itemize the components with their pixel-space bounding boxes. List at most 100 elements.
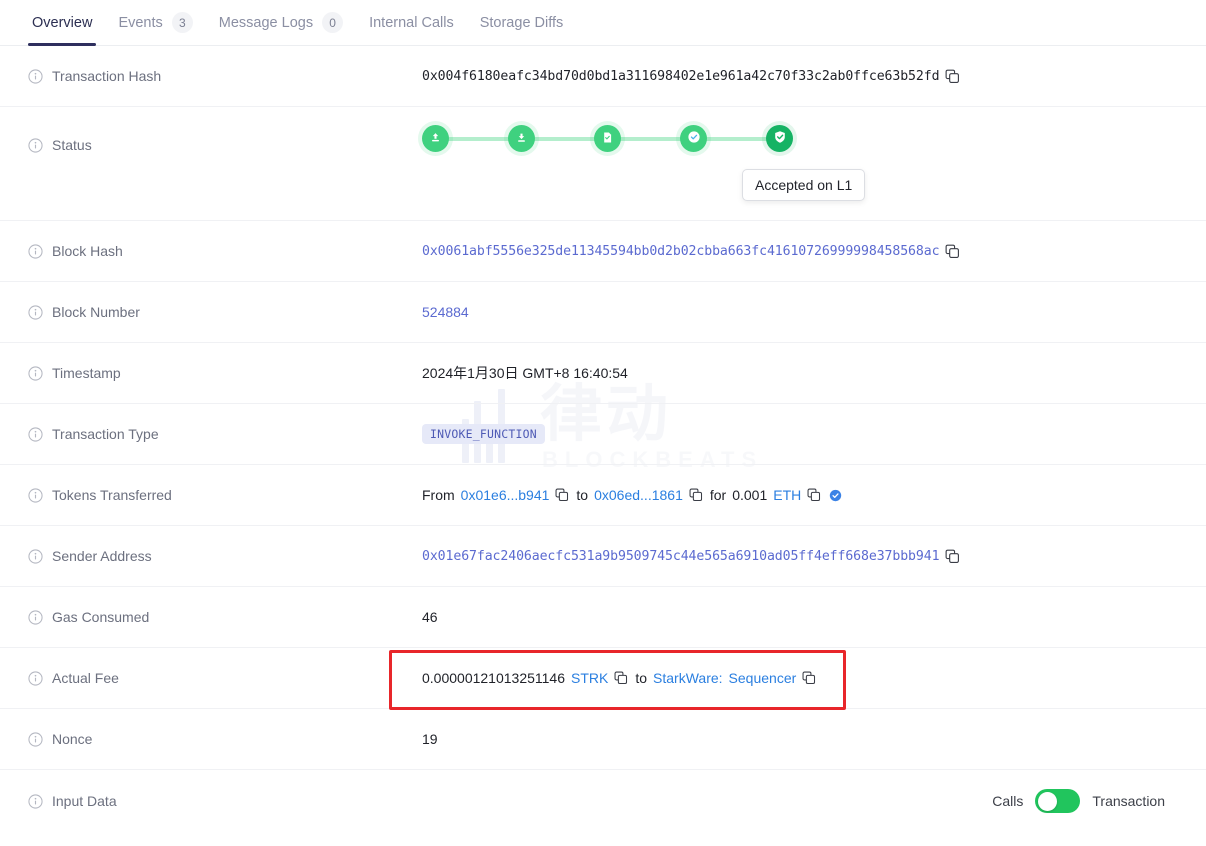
actual-fee-recipient-name[interactable]: Sequencer — [729, 670, 797, 686]
info-icon[interactable] — [28, 427, 43, 442]
row-label-text: Transaction Hash — [52, 68, 161, 84]
row-status-label-group: Status — [28, 107, 422, 153]
shield-check-icon — [772, 129, 788, 148]
timestamp-value: 2024年1月30日 GMT+8 16:40:54 — [422, 363, 628, 383]
row-label-text: Actual Fee — [52, 670, 119, 686]
copy-icon[interactable] — [807, 488, 822, 503]
transfer-token-symbol[interactable]: ETH — [773, 487, 801, 503]
actual-fee-amount: 0.00000121013251146 — [422, 670, 565, 686]
status-step-pending[interactable] — [508, 125, 535, 152]
row-gas-consumed-value-group: 46 — [422, 609, 1206, 625]
nonce-value: 19 — [422, 731, 438, 747]
row-label-text: Input Data — [52, 793, 117, 809]
info-icon[interactable] — [28, 794, 43, 809]
transfer-amount: 0.001 — [732, 487, 767, 503]
transaction-detail-page: 律动 BLOCKBEATS Overview Events 3 Message … — [0, 0, 1206, 846]
row-label-text: Gas Consumed — [52, 609, 149, 625]
row-sender-address-label-group: Sender Address — [28, 548, 422, 564]
transfer-from-address[interactable]: 0x01e6...b941 — [461, 487, 550, 503]
row-label-text: Sender Address — [52, 548, 152, 564]
info-icon[interactable] — [28, 244, 43, 259]
block-number-link[interactable]: 524884 — [422, 304, 469, 320]
overview-rows: Transaction Hash 0x004f6180eafc34bd70d0b… — [0, 46, 1206, 832]
row-label-text: Block Hash — [52, 243, 123, 259]
copy-icon[interactable] — [689, 488, 704, 503]
row-label-text: Block Number — [52, 304, 140, 320]
row-label-text: Nonce — [52, 731, 92, 747]
info-icon[interactable] — [28, 138, 43, 153]
status-connector — [620, 137, 681, 141]
row-block-number-value-group: 524884 — [422, 304, 1206, 320]
status-step-accepted-l1[interactable] — [766, 125, 793, 152]
info-icon[interactable] — [28, 69, 43, 84]
status-stepper: Accepted on L1 — [422, 125, 793, 152]
row-transaction-type: Transaction Type INVOKE_FUNCTION — [0, 404, 1206, 465]
tab-internal-calls[interactable]: Internal Calls — [356, 0, 467, 46]
input-data-view-toggle[interactable] — [1035, 789, 1080, 813]
info-icon[interactable] — [28, 488, 43, 503]
info-icon[interactable] — [28, 610, 43, 625]
transfer-for-word: for — [710, 487, 726, 503]
copy-icon[interactable] — [945, 69, 960, 84]
row-actual-fee: Actual Fee 0.00000121013251146 STRK to S… — [0, 648, 1206, 709]
gas-consumed-value: 46 — [422, 609, 438, 625]
sender-address-link[interactable]: 0x01e67fac2406aecfc531a9b9509745c44e565a… — [422, 549, 939, 564]
transaction-hash-value: 0x004f6180eafc34bd70d0bd1a311698402e1e96… — [422, 69, 939, 84]
status-step-accepted-l2[interactable] — [594, 125, 621, 152]
copy-icon[interactable] — [555, 488, 570, 503]
verified-badge-icon — [829, 489, 842, 502]
tab-storage-diffs[interactable]: Storage Diffs — [467, 0, 577, 46]
row-transaction-hash: Transaction Hash 0x004f6180eafc34bd70d0b… — [0, 46, 1206, 107]
row-status-value-group: Accepted on L1 — [422, 107, 1206, 152]
tab-events-badge: 3 — [172, 12, 193, 33]
row-actual-fee-label-group: Actual Fee — [28, 670, 422, 686]
row-tokens-transferred-label-group: Tokens Transferred — [28, 487, 422, 503]
check-circle-icon — [686, 129, 702, 148]
status-tooltip: Accepted on L1 — [742, 169, 865, 201]
row-nonce: Nonce 19 — [0, 709, 1206, 770]
tab-message-logs-label: Message Logs — [219, 15, 313, 31]
row-transaction-type-label-group: Transaction Type — [28, 426, 422, 442]
tab-bar: Overview Events 3 Message Logs 0 Interna… — [0, 0, 1206, 46]
actual-fee-to-word: to — [635, 670, 647, 686]
block-hash-link[interactable]: 0x0061abf5556e325de11345594bb0d2b02cbba6… — [422, 244, 939, 259]
row-transaction-hash-label-group: Transaction Hash — [28, 68, 422, 84]
row-block-number: Block Number 524884 — [0, 282, 1206, 343]
toggle-knob — [1038, 792, 1057, 811]
status-step-verified[interactable] — [680, 125, 707, 152]
upload-icon — [428, 130, 443, 148]
row-timestamp: Timestamp 2024年1月30日 GMT+8 16:40:54 — [0, 343, 1206, 404]
copy-icon[interactable] — [614, 671, 629, 686]
tab-events[interactable]: Events 3 — [105, 0, 205, 46]
info-icon[interactable] — [28, 366, 43, 381]
transfer-to-address[interactable]: 0x06ed...1861 — [594, 487, 683, 503]
row-sender-address: Sender Address 0x01e67fac2406aecfc531a9b… — [0, 526, 1206, 587]
info-icon[interactable] — [28, 732, 43, 747]
row-transaction-hash-value-group: 0x004f6180eafc34bd70d0bd1a311698402e1e96… — [422, 69, 1206, 84]
info-icon[interactable] — [28, 549, 43, 564]
row-input-data: Input Data Calls Transaction — [0, 770, 1206, 832]
row-timestamp-value-group: 2024年1月30日 GMT+8 16:40:54 — [422, 363, 1206, 383]
row-nonce-label-group: Nonce — [28, 731, 422, 747]
copy-icon[interactable] — [945, 244, 960, 259]
transfer-from-word: From — [422, 487, 455, 503]
row-sender-address-value-group: 0x01e67fac2406aecfc531a9b9509745c44e565a… — [422, 549, 1206, 564]
copy-icon[interactable] — [802, 671, 817, 686]
row-timestamp-label-group: Timestamp — [28, 365, 422, 381]
info-icon[interactable] — [28, 305, 43, 320]
tab-internal-calls-label: Internal Calls — [369, 15, 454, 31]
actual-fee-recipient-prefix[interactable]: StarkWare: — [653, 670, 723, 686]
tab-overview-label: Overview — [32, 15, 92, 31]
tab-overview[interactable]: Overview — [28, 0, 105, 46]
tab-message-logs[interactable]: Message Logs 0 — [206, 0, 356, 46]
transaction-type-badge: INVOKE_FUNCTION — [422, 424, 545, 444]
row-nonce-value-group: 19 — [422, 731, 1206, 747]
row-transaction-type-value-group: INVOKE_FUNCTION — [422, 424, 1206, 444]
row-input-data-label-group: Input Data — [28, 793, 422, 809]
copy-icon[interactable] — [945, 549, 960, 564]
row-tokens-transferred-value-group: From 0x01e6...b941 to 0x06ed...1861 for … — [422, 487, 1206, 503]
status-step-received[interactable] — [422, 125, 449, 152]
actual-fee-token-symbol[interactable]: STRK — [571, 670, 608, 686]
info-icon[interactable] — [28, 671, 43, 686]
row-label-text: Tokens Transferred — [52, 487, 172, 503]
